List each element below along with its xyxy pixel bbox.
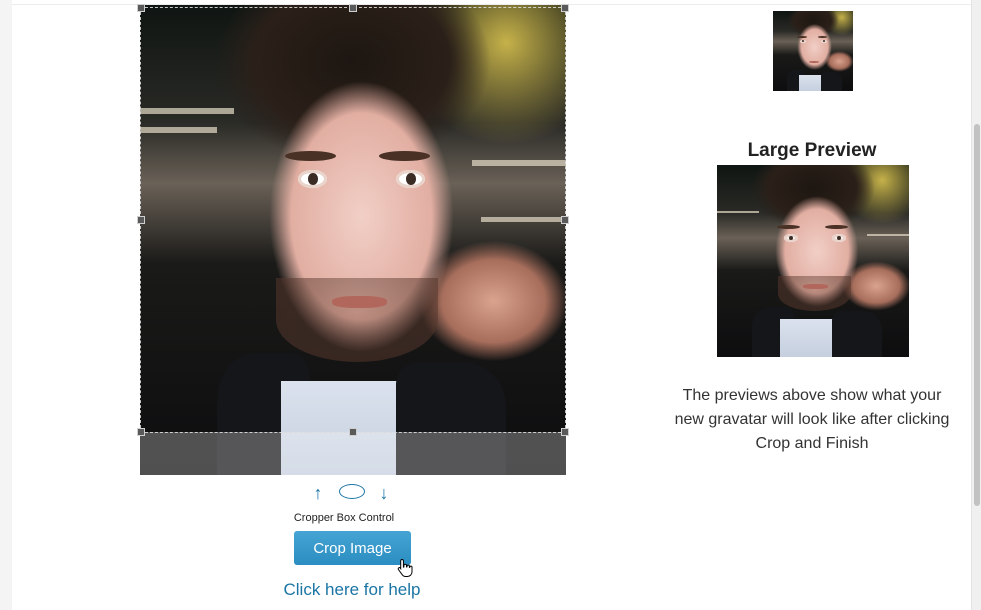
arrow-up-icon[interactable]: ↑ (306, 483, 330, 504)
help-link[interactable]: Click here for help (252, 580, 452, 600)
image-cropper[interactable] (137, 4, 569, 475)
large-preview-title: Large Preview (747, 140, 877, 161)
small-preview-image (773, 11, 853, 91)
preview-description: The previews above show what your new gr… (674, 387, 950, 452)
hand-cursor-icon (397, 558, 413, 577)
circle-icon[interactable] (339, 483, 365, 504)
cropper-box-control-label: Cropper Box Control (293, 512, 395, 524)
crop-selection-box[interactable] (137, 4, 569, 436)
crop-handle-sw[interactable] (137, 428, 145, 436)
vertical-scrollbar[interactable] (971, 0, 981, 610)
crop-handle-n[interactable] (349, 4, 357, 12)
page: ↑ ↓ Cropper Box Control Crop Image Click… (12, 0, 972, 610)
crop-handle-w[interactable] (137, 216, 145, 224)
crop-handle-ne[interactable] (561, 4, 569, 12)
crop-handle-nw[interactable] (137, 4, 145, 12)
large-preview-image (717, 165, 909, 357)
crop-handle-se[interactable] (561, 428, 569, 436)
preview-sidebar: Large Preview The previews above show wh… (652, 0, 972, 610)
cropper-box-control: ↑ ↓ (306, 482, 396, 504)
crop-handle-e[interactable] (561, 216, 569, 224)
arrow-down-icon[interactable]: ↓ (372, 483, 396, 504)
crop-outside-shade (140, 432, 566, 475)
crop-handle-s[interactable] (349, 428, 357, 436)
crop-image-button[interactable]: Crop Image (294, 531, 411, 565)
scrollbar-thumb[interactable] (974, 124, 980, 506)
